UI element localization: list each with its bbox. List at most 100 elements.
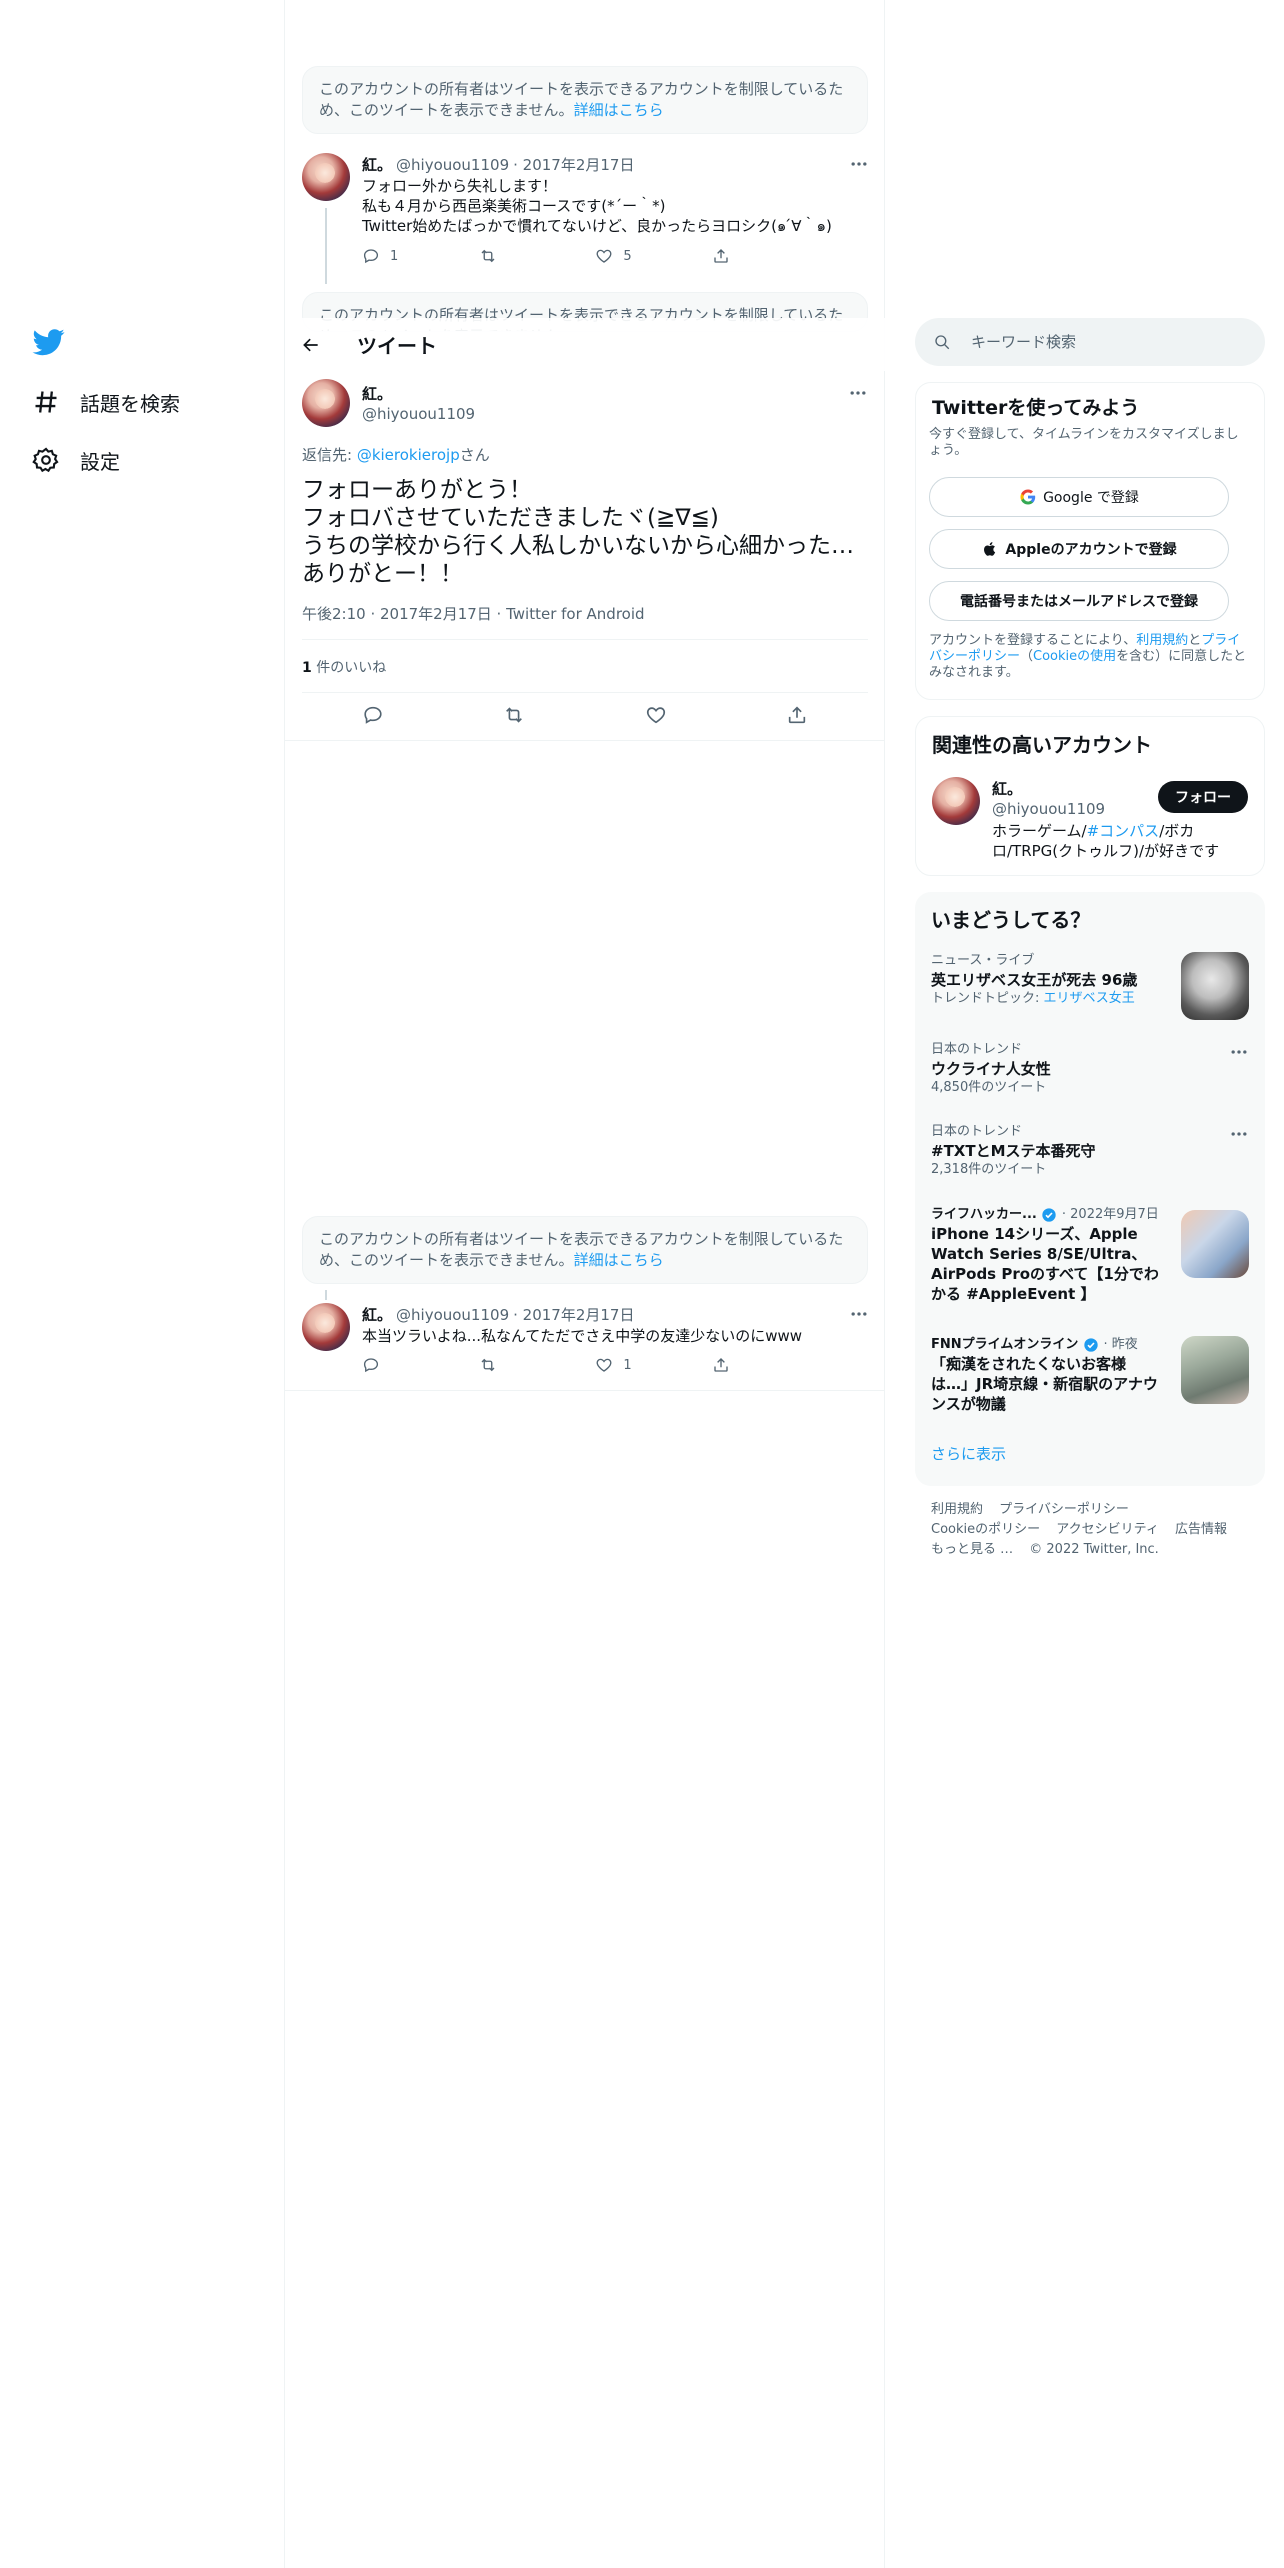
learn-more-link[interactable]: 詳細はこちら [574, 1251, 664, 1269]
tweet-text: フォロー外から失礼します！ 私も４月から西邑楽美術コースです(*´ー｀*) Tw… [362, 176, 862, 236]
nav-explore[interactable]: 話題を検索 [32, 382, 180, 422]
author-handle[interactable]: @hiyouou1109 [396, 156, 509, 174]
more-icon[interactable] [849, 154, 869, 174]
tweet[interactable]: 紅。 @hiyouou1109 · 2017年2月17日 フォロー外から失礼しま… [285, 140, 885, 284]
share-icon [714, 249, 728, 263]
tweet-timestamp[interactable]: 午後2:10 · 2017年2月17日 · Twitter for Androi… [302, 603, 645, 624]
reply-to: 返信先: @kierokierojpさん [302, 444, 490, 465]
more-icon[interactable] [849, 1304, 869, 1324]
left-nav: 話題を検索 設定 [0, 0, 285, 2568]
search-box[interactable] [915, 318, 1265, 366]
tweet-text: 本当ツラいよね...私なんてただでさえ中学の友達少ないのにwww [362, 1326, 862, 1346]
nav-explore-label: 話題を検索 [80, 391, 180, 416]
google-signup-button[interactable]: Google で登録 [929, 477, 1229, 517]
phone-email-signup-button[interactable]: 電話番号またはメールアドレスで登録 [929, 581, 1229, 621]
related-name[interactable]: 紅。 [992, 779, 1105, 799]
signup-subtitle: 今すぐ登録して、タイムラインをカスタマイズしましょう。 [929, 427, 1239, 458]
bio-hashtag-link[interactable]: #コンパス [1087, 822, 1160, 840]
avatar[interactable] [302, 379, 350, 427]
trend-thumbnail[interactable] [1181, 1336, 1249, 1404]
footer-more-link[interactable]: もっと見る … [931, 1542, 1013, 1557]
hashtag-icon [35, 391, 57, 413]
trend-topic-link[interactable]: エリザベス女王 [1044, 991, 1135, 1006]
avatar[interactable] [302, 153, 350, 201]
divider [285, 1390, 885, 1391]
footer-link[interactable]: アクセシビリティ [1056, 1522, 1159, 1537]
heart-icon[interactable] [645, 704, 667, 726]
author-handle[interactable]: @hiyouou1109 [396, 1306, 509, 1324]
related-account[interactable]: 紅。 @hiyouou1109 [992, 779, 1105, 819]
trend-item[interactable]: 日本のトレンド ウクライナ人女性 4,850件のツイート [931, 1041, 1251, 1097]
trend-thumbnail[interactable] [1181, 1210, 1249, 1278]
follow-button[interactable]: フォロー [1158, 781, 1248, 813]
trend-sub: 2,318件のツイート [931, 1162, 1047, 1177]
like-button[interactable]: 1 [595, 1356, 675, 1374]
main-tweet-text: フォローありがとう！ フォロバさせていただきましたヾ(≧∇≦) うちの学校から行… [302, 476, 872, 588]
tweet-text-line: 私も４月から西邑楽美術コースです(*´ー｀*) [362, 197, 666, 215]
more-icon[interactable] [848, 383, 868, 403]
footer: 利用規約 プライバシーポリシー Cookieのポリシー アクセシビリティ 広告情… [931, 1500, 1261, 1560]
verified-icon [1042, 1207, 1057, 1222]
copyright: © 2022 Twitter, Inc. [1029, 1542, 1159, 1557]
reply-button[interactable] [362, 1356, 442, 1374]
trend-category: 日本のトレンド [931, 1042, 1023, 1057]
right-sidebar: Twitterを使ってみよう 今すぐ登録して、タイムラインをカスタマイズしましょ… [900, 0, 1284, 2568]
share-button[interactable] [712, 1356, 792, 1374]
learn-more-link[interactable]: 詳細はこちら [574, 101, 664, 119]
related-title: 関連性の高いアカウント [932, 733, 1152, 757]
trend-time: · 2022年9月7日 [1061, 1207, 1159, 1222]
reply-button[interactable]: 1 [362, 247, 442, 265]
tweet[interactable]: 紅。 @hiyouou1109 · 2017年2月17日 本当ツラいよね...私… [285, 1290, 885, 1390]
main-tweet-author: 紅。 @hiyouou1109 [362, 384, 475, 424]
tweet-date[interactable]: · 2017年2月17日 [513, 1304, 634, 1325]
nav-settings[interactable]: 設定 [32, 440, 120, 480]
signup-card: Twitterを使ってみよう 今すぐ登録して、タイムラインをカスタマイズしましょ… [915, 382, 1265, 700]
reply-to-link[interactable]: @kierokierojp [357, 446, 460, 464]
back-arrow-icon[interactable] [301, 335, 321, 355]
cookie-link[interactable]: Cookieの使用 [1033, 649, 1116, 664]
footer-link[interactable]: 広告情報 [1175, 1522, 1227, 1537]
author-name[interactable]: 紅。 [362, 1304, 392, 1325]
footer-link[interactable]: プライバシーポリシー [999, 1502, 1129, 1517]
share-button[interactable] [712, 247, 792, 265]
more-icon[interactable] [1229, 1124, 1249, 1144]
trend-source: FNNプライムオンライン [931, 1337, 1079, 1352]
related-handle[interactable]: @hiyouou1109 [992, 799, 1105, 819]
trend-name: iPhone 14シリーズ、Apple Watch Series 8/SE/Ul… [931, 1225, 1159, 1303]
like-label: 件のいいね [316, 660, 387, 676]
avatar[interactable] [932, 777, 980, 825]
retweet-button[interactable] [479, 247, 559, 265]
trend-sub: 4,850件のツイート [931, 1080, 1047, 1095]
show-more-link[interactable]: さらに表示 [931, 1443, 1006, 1464]
signup-legal: アカウントを登録することにより、利用規約とプライバシーポリシー（Cookieの使… [929, 633, 1249, 681]
tweet-actions: 1 5 [362, 247, 792, 265]
search-input[interactable] [971, 333, 1251, 351]
apple-signup-button[interactable]: Appleのアカウントで登録 [929, 529, 1229, 569]
trend-item[interactable]: 日本のトレンド #TXTとMステ本番死守 2,318件のツイート [931, 1123, 1251, 1179]
author-name[interactable]: 紅。 [362, 154, 392, 175]
trend-item[interactable]: ライフハッカー... · 2022年9月7日 iPhone 14シリーズ、App… [931, 1206, 1161, 1304]
heart-icon [596, 249, 612, 263]
avatar[interactable] [302, 1303, 350, 1351]
footer-link[interactable]: Cookieのポリシー [931, 1522, 1040, 1537]
tweet-date[interactable]: · 2017年2月17日 [513, 154, 634, 175]
like-summary[interactable]: 1 件のいいね [302, 657, 386, 677]
author-handle[interactable]: @hiyouou1109 [362, 404, 475, 424]
search-icon [935, 335, 950, 350]
twitter-logo-icon[interactable] [30, 326, 68, 358]
reply-icon[interactable] [362, 704, 384, 726]
trend-thumbnail[interactable] [1181, 952, 1249, 1020]
retweet-button[interactable] [479, 1356, 559, 1374]
more-icon[interactable] [1229, 1042, 1249, 1062]
apple-icon [984, 542, 996, 556]
retweet-icon[interactable] [503, 704, 525, 726]
trends-card: いまどうしてる？ ニュース・ライブ 英エリザベス女王が死去 96歳 トレンドトピ… [915, 892, 1265, 1486]
terms-link[interactable]: 利用規約 [1136, 633, 1188, 648]
trend-item[interactable]: FNNプライムオンライン · 昨夜 「痴漢をされたくないお客様は…」JR埼京線・… [931, 1336, 1161, 1414]
like-button[interactable]: 5 [595, 247, 675, 265]
share-icon[interactable] [786, 704, 808, 726]
legal-text: アカウントを登録することにより、 [929, 633, 1137, 648]
author-name[interactable]: 紅。 [362, 384, 475, 404]
google-icon [1020, 489, 1036, 505]
footer-link[interactable]: 利用規約 [931, 1502, 983, 1517]
